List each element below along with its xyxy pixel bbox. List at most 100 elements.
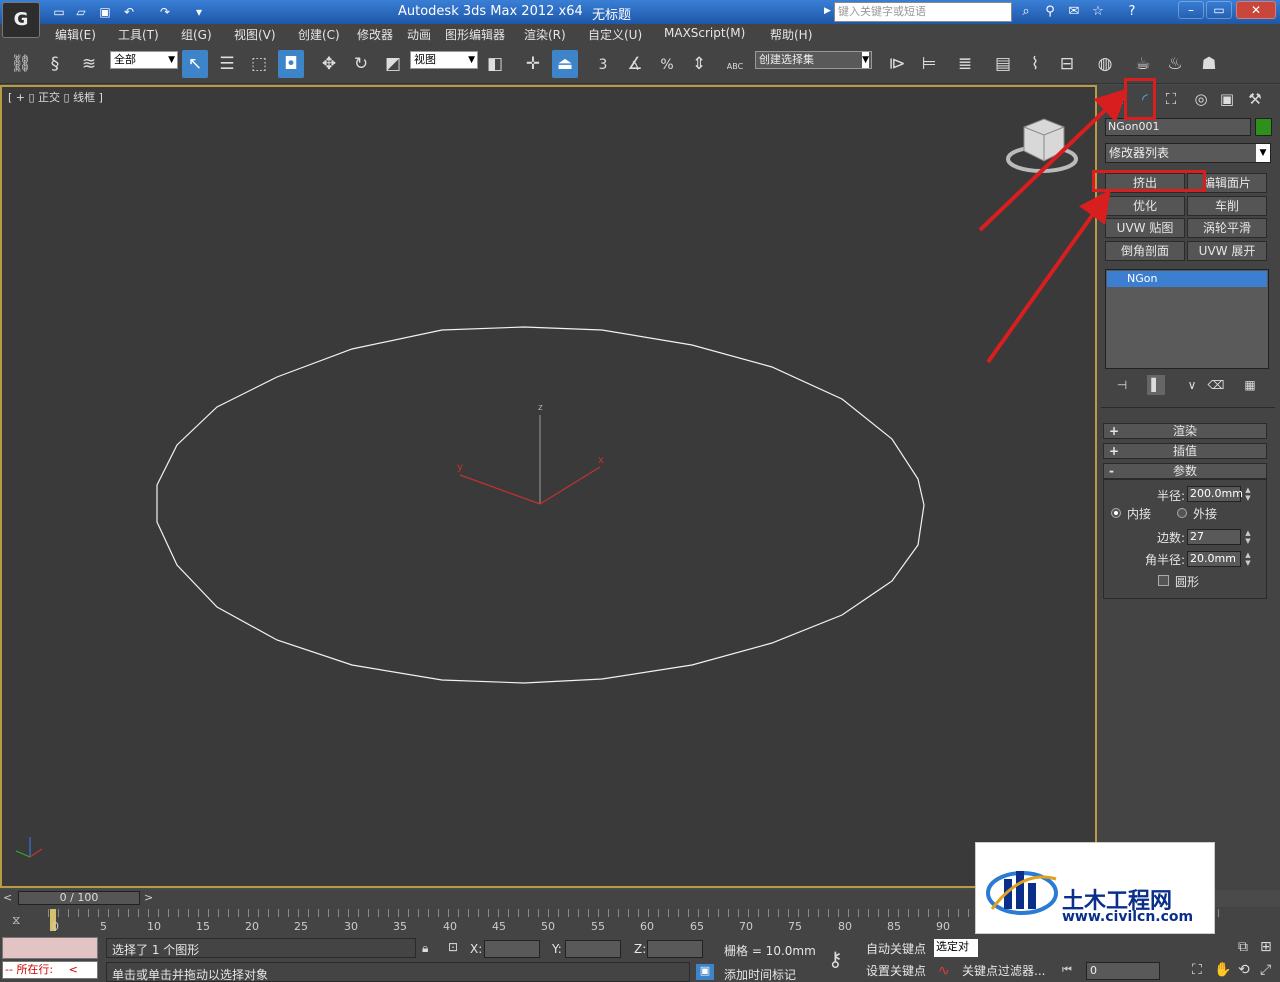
configure-sets-icon[interactable]: ▦ <box>1241 375 1259 395</box>
schematic-view-icon[interactable]: ⊟ <box>1054 50 1080 78</box>
radius-spinner-arrows-icon[interactable]: ▲ ▼ <box>1243 486 1253 502</box>
pin-stack-icon[interactable]: ⊣ <box>1113 375 1131 395</box>
hierarchy-tab-icon[interactable]: ⛶ <box>1159 87 1183 111</box>
remove-modifier-icon[interactable]: ⌫ <box>1207 375 1225 395</box>
render-setup-icon[interactable]: ☕ <box>1130 50 1156 78</box>
unwrap-uvw-button[interactable]: UVW 展开 <box>1187 241 1267 261</box>
rectangular-selection-icon[interactable]: ⬚ <box>246 50 272 78</box>
mini-curve-editor-icon[interactable]: ⧖ <box>12 913 20 928</box>
maxscript-line[interactable]: -- 所在行: < <box>2 961 98 979</box>
radius-spinner[interactable]: 200.0mm <box>1187 486 1243 502</box>
inscribed-radio[interactable] <box>1111 508 1121 518</box>
edit-named-selection-icon[interactable]: ABC <box>722 50 748 78</box>
material-editor-icon[interactable]: ◍ <box>1092 50 1118 78</box>
select-rotate-icon[interactable]: ↻ <box>348 50 374 78</box>
menu-help[interactable]: 帮助(H) <box>770 26 812 43</box>
menu-views[interactable]: 视图(V) <box>234 26 276 43</box>
key-filters-button[interactable]: 关键点过滤器... <box>962 961 1045 981</box>
rollout-rendering[interactable]: + 渲染 <box>1103 423 1267 439</box>
prev-frame-icon[interactable]: < <box>3 891 12 904</box>
keyboard-shortcut-override-icon[interactable]: ⏏ <box>552 50 578 78</box>
customize-quick-access-icon[interactable]: ▾ <box>190 3 208 21</box>
rollout-parameters[interactable]: - 参数 <box>1103 463 1267 479</box>
zoom-region-icon[interactable]: ⧉ <box>1238 939 1248 955</box>
menu-group[interactable]: 组(G) <box>181 26 212 43</box>
save-icon[interactable]: ▣ <box>96 3 114 21</box>
maximize-button[interactable]: ▭ <box>1206 1 1232 19</box>
sides-spinner[interactable]: 27 <box>1187 529 1241 545</box>
current-frame-field[interactable]: 0 <box>1086 962 1160 980</box>
close-button[interactable]: ✕ <box>1236 1 1276 19</box>
mirror-icon[interactable]: ⧐ <box>884 50 910 78</box>
select-object-icon[interactable]: ↖ <box>182 50 208 78</box>
select-manipulate-icon[interactable]: ✛ <box>520 50 546 78</box>
add-time-tag-button[interactable]: 添加时间标记 <box>724 966 796 982</box>
pivot-center-icon[interactable]: ◧ <box>482 50 508 78</box>
motion-tab-icon[interactable]: ◎ <box>1189 87 1213 111</box>
menu-modifiers[interactable]: 修改器 <box>357 26 393 43</box>
window-crossing-icon[interactable]: ◘ <box>278 50 304 78</box>
percent-snap-icon[interactable]: % <box>654 50 680 78</box>
viewcube[interactable] <box>1006 118 1078 173</box>
rendered-frame-window-icon[interactable]: ♨ <box>1162 50 1188 78</box>
open-file-icon[interactable]: ▱ <box>72 3 90 21</box>
undo-icon[interactable]: ↶ <box>120 3 138 21</box>
show-end-result-icon[interactable]: ▌ <box>1147 375 1165 395</box>
menu-customize[interactable]: 自定义(U) <box>588 26 642 43</box>
optimize-button[interactable]: 优化 <box>1105 196 1185 216</box>
bind-space-warp-icon[interactable]: ≋ <box>76 50 102 78</box>
object-color-swatch[interactable] <box>1255 118 1272 136</box>
menu-maxscript[interactable]: MAXScript(M) <box>664 26 745 40</box>
link-icon[interactable]: ⛓ <box>8 50 34 78</box>
angle-snap-icon[interactable]: ∡ <box>622 50 648 78</box>
make-unique-icon[interactable]: ∨ <box>1183 375 1201 395</box>
menu-graph-editors[interactable]: 图形编辑器 <box>445 26 505 43</box>
circumscribed-radio[interactable] <box>1177 508 1187 518</box>
app-logo-icon[interactable]: G <box>2 2 40 38</box>
snap-toggle-icon[interactable]: 3 <box>590 50 616 78</box>
maximize-viewport-icon[interactable]: ⤢ <box>1260 962 1271 978</box>
ngon-shape[interactable] <box>156 326 925 684</box>
absolute-mode-icon[interactable]: ⊡ <box>448 940 458 954</box>
auto-key-button[interactable]: 自动关键点 <box>866 939 926 959</box>
minimize-button[interactable]: – <box>1178 1 1204 19</box>
x-coordinate-field[interactable] <box>484 940 540 958</box>
next-frame-icon[interactable]: > <box>144 891 153 904</box>
zoom-extents-icon[interactable]: ⛶ <box>1192 962 1202 978</box>
menu-animation[interactable]: 动画 <box>407 26 431 43</box>
modifier-list-dropdown[interactable]: 修改器列表 ▼ <box>1105 143 1271 163</box>
object-name-field[interactable]: NGon001 <box>1105 118 1251 136</box>
utilities-tab-icon[interactable]: ⚒ <box>1243 87 1267 111</box>
sides-spinner-arrows-icon[interactable]: ▲ ▼ <box>1243 529 1253 545</box>
select-scale-icon[interactable]: ◩ <box>380 50 406 78</box>
search-input[interactable]: 键入关键字或短语 <box>834 2 1012 22</box>
new-file-icon[interactable]: ▭ <box>50 3 68 21</box>
layer-manager-icon[interactable]: ≣ <box>952 50 978 78</box>
menu-create[interactable]: 创建(C) <box>298 26 340 43</box>
unlink-icon[interactable]: § <box>42 50 68 78</box>
zoom-all-icon[interactable]: ⊞ <box>1260 939 1272 955</box>
select-move-icon[interactable]: ✥ <box>316 50 342 78</box>
align-icon[interactable]: ⊨ <box>916 50 942 78</box>
key-mode-dropdown[interactable]: 选定对 <box>934 939 978 957</box>
set-key-button[interactable]: 设置关键点 <box>866 961 926 981</box>
selection-filter-dropdown[interactable]: 全部 ▼ <box>110 51 178 69</box>
stack-item-ngon[interactable]: NGon <box>1107 271 1267 287</box>
menu-rendering[interactable]: 渲染(R) <box>524 26 566 43</box>
help-icon[interactable]: ? <box>1122 3 1142 21</box>
y-coordinate-field[interactable] <box>565 940 621 958</box>
corner-radius-spinner-arrows-icon[interactable]: ▲ ▼ <box>1243 551 1253 567</box>
communication-icon[interactable]: ✉ <box>1064 3 1084 21</box>
circular-checkbox[interactable] <box>1158 575 1169 586</box>
redo-icon[interactable]: ↷ <box>156 3 174 21</box>
binoculars-icon[interactable]: ⌕ <box>1016 3 1036 21</box>
select-by-name-icon[interactable]: ☰ <box>214 50 240 78</box>
viewport-front[interactable]: [ + ▯ 正交 ▯ 线框 ] z y x <box>0 85 1097 888</box>
menu-edit[interactable]: 编辑(E) <box>55 26 96 43</box>
curve-editor-icon[interactable]: ⌇ <box>1022 50 1048 78</box>
favorites-star-icon[interactable]: ☆ <box>1088 3 1108 21</box>
corner-radius-spinner[interactable]: 20.0mm <box>1187 551 1241 567</box>
subscription-icon[interactable]: ⚲ <box>1040 3 1060 21</box>
graphite-tools-icon[interactable]: ▤ <box>990 50 1016 78</box>
display-tab-icon[interactable]: ▣ <box>1215 87 1239 111</box>
